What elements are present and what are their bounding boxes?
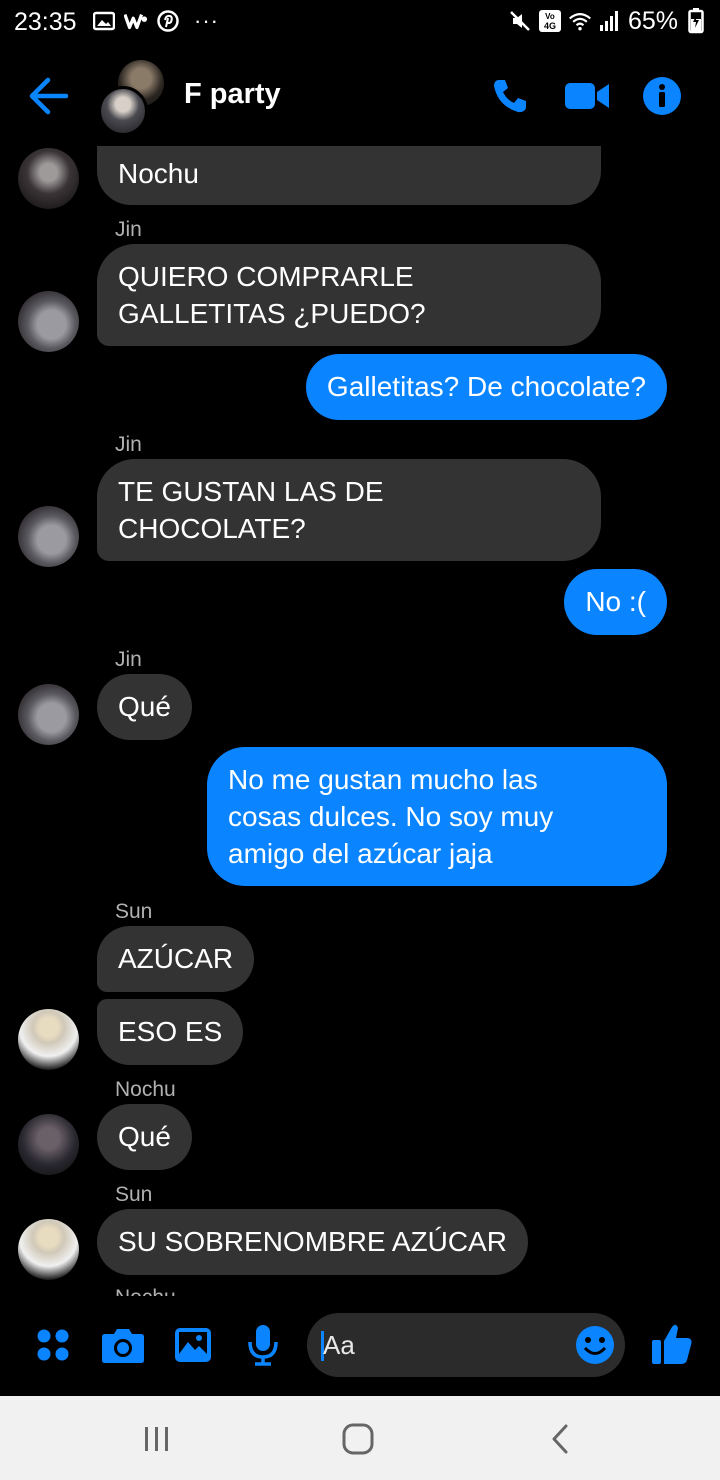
sender-name: Jin xyxy=(115,218,142,241)
back-button[interactable] xyxy=(26,76,70,116)
message-bubble[interactable]: Nochu xyxy=(97,146,601,205)
battery-percentage: 65% xyxy=(627,6,678,35)
mic-icon xyxy=(248,1325,278,1366)
volte-icon: Vo 4G xyxy=(538,9,562,33)
sender-name: Sun xyxy=(115,900,153,923)
group-avatar-photo-2 xyxy=(98,86,148,136)
gallery-button[interactable] xyxy=(170,1322,216,1368)
voice-call-button[interactable] xyxy=(486,74,534,118)
signal-icon xyxy=(598,9,622,33)
home-button[interactable] xyxy=(338,1422,378,1456)
avatar[interactable] xyxy=(18,506,79,567)
system-nav-bar xyxy=(0,1396,720,1480)
battery-icon xyxy=(684,8,708,34)
avatar[interactable] xyxy=(18,1114,79,1175)
composer-bar: Aa xyxy=(0,1298,720,1396)
like-button[interactable] xyxy=(650,1322,696,1368)
emoji-icon xyxy=(576,1326,614,1364)
avatar[interactable] xyxy=(18,148,79,209)
message-bubble[interactable]: SU SOBRENOMBRE AZÚCAR xyxy=(97,1209,528,1275)
message-bubble[interactable]: Qué xyxy=(97,674,192,740)
like-icon xyxy=(652,1324,692,1364)
phone-icon xyxy=(494,80,526,113)
home-icon xyxy=(342,1423,374,1455)
message-bubble[interactable]: ESO ES xyxy=(97,999,244,1065)
message-bubble[interactable]: TE GUSTAN LAS DE CHOCOLATE? xyxy=(97,459,601,561)
recents-button[interactable] xyxy=(137,1422,177,1456)
apps-button[interactable] xyxy=(30,1322,76,1368)
info-button[interactable] xyxy=(638,74,686,118)
pinterest-icon xyxy=(156,9,180,33)
message-input[interactable]: Aa xyxy=(307,1313,625,1377)
back-arrow-icon xyxy=(29,77,69,115)
chat-title[interactable]: F party xyxy=(184,78,281,111)
camera-button[interactable] xyxy=(100,1322,146,1368)
status-bar: 23:35 ··· Vo 4G 65% xyxy=(0,0,720,44)
avatar[interactable] xyxy=(18,291,79,352)
chat-header: F party xyxy=(0,50,720,146)
notification-icons: ··· xyxy=(92,8,219,34)
w-icon xyxy=(124,9,148,33)
camera-icon xyxy=(102,1329,144,1363)
message-bubble-outgoing[interactable]: Galletitas? De chocolate? xyxy=(305,354,667,420)
avatar[interactable] xyxy=(18,1009,79,1070)
message-bubble[interactable]: AZÚCAR xyxy=(97,926,255,992)
svg-text:Vo: Vo xyxy=(545,12,555,21)
message-list[interactable]: Nochu Jin QUIERO COMPRARLE GALLETITAS ¿P… xyxy=(0,146,720,1296)
svg-text:4G: 4G xyxy=(544,21,556,31)
mute-icon xyxy=(508,9,532,33)
recents-icon xyxy=(145,1427,168,1451)
status-time: 23:35 xyxy=(14,8,77,36)
message-bubble-outgoing[interactable]: No me gustan mucho las cosas dulces. No … xyxy=(207,747,667,886)
nav-back-button[interactable] xyxy=(540,1422,580,1456)
sender-name: Nochu xyxy=(115,1078,176,1101)
voice-message-button[interactable] xyxy=(240,1322,286,1368)
info-icon xyxy=(643,77,681,115)
sender-name: Jin xyxy=(115,648,142,671)
message-bubble[interactable]: Qué xyxy=(97,1104,192,1170)
image-icon xyxy=(92,9,116,33)
sender-name: Jin xyxy=(115,433,142,456)
apps-icon xyxy=(37,1329,69,1361)
avatar[interactable] xyxy=(18,1219,79,1280)
message-bubble[interactable]: QUIERO COMPRARLE GALLETITAS ¿PUEDO? xyxy=(97,244,601,346)
group-avatar[interactable] xyxy=(98,60,170,136)
more-notifications-icon: ··· xyxy=(194,8,219,33)
video-call-button[interactable] xyxy=(563,74,611,118)
sender-name: Sun xyxy=(115,1183,153,1206)
message-input-placeholder: Aa xyxy=(323,1330,355,1360)
avatar[interactable] xyxy=(18,684,79,745)
system-icons: Vo 4G 65% xyxy=(508,6,708,36)
gallery-icon xyxy=(175,1328,211,1362)
back-icon xyxy=(552,1424,568,1454)
message-bubble-outgoing[interactable]: No :( xyxy=(564,569,667,635)
video-icon xyxy=(565,83,609,109)
wifi-icon xyxy=(568,9,592,33)
sender-name: Nochu xyxy=(115,1286,176,1296)
emoji-button[interactable] xyxy=(575,1325,615,1365)
